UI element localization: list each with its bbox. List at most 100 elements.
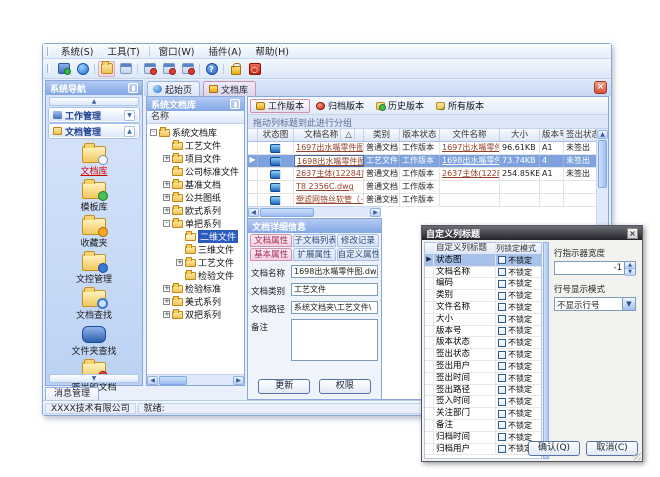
sidebar-item[interactable]: 文档库 <box>51 146 137 177</box>
sidebar-item[interactable]: 模板库 <box>51 182 137 213</box>
checkout-doc-icon[interactable] <box>160 61 177 77</box>
expander-icon[interactable]: - <box>163 220 170 227</box>
expander-icon[interactable]: + <box>163 298 170 305</box>
open-library-icon[interactable] <box>98 61 115 77</box>
lock-checkbox[interactable] <box>498 421 506 429</box>
sidebar-group-header[interactable]: 工作管理 ▼ <box>49 108 139 122</box>
column-header-name[interactable]: 文档名称△ <box>294 129 364 141</box>
tree-column-header[interactable]: 名称 <box>147 111 244 124</box>
splitter-handle[interactable] <box>543 242 549 459</box>
help-icon[interactable]: ? <box>203 61 220 77</box>
scrollbar-thumb[interactable] <box>598 140 607 188</box>
filename-cell[interactable]: 1698出水嘴零件图.dwg <box>440 155 500 167</box>
table-row[interactable]: 文件名称 不锁定 <box>425 302 541 314</box>
scroll-up-button[interactable]: ▲ <box>49 97 139 106</box>
sidebar-group-header[interactable]: 文档管理 ▲ <box>49 124 139 138</box>
expander-icon[interactable]: + <box>163 181 170 188</box>
menu-item[interactable]: 窗口(W) <box>152 43 202 59</box>
tree-node[interactable]: 检验文件 <box>147 269 244 282</box>
menu-item[interactable]: 帮助(H) <box>248 43 296 59</box>
details-subtab[interactable]: 扩展属性 <box>293 248 335 261</box>
details-subtab[interactable]: 自定义属性 <box>337 248 379 261</box>
scroll-down-button[interactable]: ▼ <box>49 374 139 383</box>
lock-checkbox[interactable] <box>498 433 506 441</box>
expander-icon[interactable] <box>163 142 170 149</box>
menu-item[interactable]: 工具(T) <box>100 43 146 59</box>
lock-checkbox[interactable] <box>498 256 506 264</box>
table-row[interactable]: 文档名称 不锁定 <box>425 267 541 279</box>
column-header-size[interactable]: 大小 <box>500 129 540 141</box>
grid-horizontal-scrollbar[interactable]: ◀ ▶ <box>248 206 381 217</box>
window-icon[interactable] <box>117 61 134 77</box>
table-row[interactable]: 编码 不锁定 <box>425 278 541 290</box>
group-by-bar[interactable]: 拖动列标题到此进行分组 <box>248 115 608 129</box>
version-filter-button[interactable]: 历史版本 <box>370 99 430 113</box>
scroll-right-icon[interactable]: ▶ <box>233 376 244 385</box>
network-icon[interactable] <box>74 61 91 77</box>
ok-button[interactable]: 确认(Q) <box>528 441 580 456</box>
lock-checkbox[interactable] <box>498 292 506 300</box>
lock-icon[interactable] <box>227 61 244 77</box>
details-tab[interactable]: 子文档列表 <box>293 234 335 247</box>
field-value[interactable]: 系统文档夹\工艺文件\ <box>291 301 378 314</box>
close-icon[interactable]: × <box>627 228 638 239</box>
scroll-left-icon[interactable]: ◀ <box>147 376 158 385</box>
tree-node[interactable]: 公司标准文件 <box>147 165 244 178</box>
expander-icon[interactable]: + <box>163 194 170 201</box>
sidebar-item[interactable]: 文件夹查找 <box>51 326 137 357</box>
tree-node[interactable]: + 项目文件 <box>147 152 244 165</box>
document-name-link[interactable]: 塑滤网铬丝软管（＋... <box>294 194 364 206</box>
cancel-button[interactable]: 取消(C) <box>586 441 638 456</box>
lock-checkbox[interactable] <box>498 351 506 359</box>
dialog-titlebar[interactable]: 自定义列标题 × <box>422 226 642 240</box>
tab-message-management[interactable]: 消息管理 <box>45 387 99 400</box>
filename-cell[interactable] <box>440 194 500 206</box>
version-filter-button[interactable]: 所有版本 <box>430 99 490 113</box>
column-header-version[interactable]: 版本号 <box>540 129 564 141</box>
scroll-up-icon[interactable]: ▲ <box>597 130 608 139</box>
row-indicator-width-input[interactable]: -1 ▲▼ <box>554 261 636 275</box>
details-tab[interactable]: 文档属性 <box>250 234 292 247</box>
scrollbar-thumb[interactable] <box>260 208 314 217</box>
row-number-mode-dropdown[interactable]: 不显示行号 ▼ <box>554 297 636 311</box>
table-row[interactable]: 签出状态 不锁定 <box>425 349 541 361</box>
tree-node[interactable]: + 美式系列 <box>147 295 244 308</box>
scrollbar-thumb[interactable] <box>159 376 187 385</box>
note-textarea[interactable] <box>291 319 378 361</box>
tree-node[interactable]: 工艺文件 <box>147 139 244 152</box>
filename-cell[interactable] <box>440 181 500 193</box>
exit-icon[interactable]: ○ <box>246 61 263 77</box>
expander-icon[interactable] <box>176 272 183 279</box>
sidebar-item[interactable]: 收藏夹 <box>51 218 137 249</box>
lock-checkbox[interactable] <box>498 410 506 418</box>
table-row[interactable]: 大小 不锁定 <box>425 314 541 326</box>
table-row[interactable]: ▶ 1698出水嘴零件图.dwg 工艺文件 工作版本 1698出水嘴零件图.dw… <box>248 155 608 168</box>
lock-checkbox[interactable] <box>498 445 506 453</box>
sidebar-item[interactable]: 文控管理 <box>51 254 137 285</box>
lock-checkbox[interactable] <box>498 339 506 347</box>
lock-checkbox[interactable] <box>498 374 506 382</box>
tree-node[interactable]: + 公共图纸 <box>147 191 244 204</box>
filename-cell[interactable]: 2637主体(12284).dwg <box>440 168 500 180</box>
table-row[interactable]: 备注 不锁定 <box>425 420 541 432</box>
checkin-doc-icon[interactable] <box>141 61 158 77</box>
chevron-icon[interactable]: ▲ <box>124 126 135 137</box>
table-row[interactable]: 签出用户 不锁定 <box>425 361 541 373</box>
permissions-button[interactable]: 权限 <box>319 379 371 394</box>
document-name-link[interactable]: 1697出水嘴零件图.dwg <box>294 142 364 154</box>
tree-node[interactable]: 二维文件 <box>147 230 244 243</box>
lock-checkbox[interactable] <box>498 386 506 394</box>
field-value[interactable]: 工艺文件 <box>291 283 378 296</box>
document-name-link[interactable]: 1698出水嘴零件图.dwg <box>294 155 364 167</box>
expander-icon[interactable]: + <box>176 259 183 266</box>
table-row[interactable]: T8 2356C.dwg 普通文档 工作版本 <box>248 181 608 194</box>
document-name-link[interactable]: T8 2356C.dwg <box>294 181 364 193</box>
expander-icon[interactable]: + <box>163 155 170 162</box>
filename-cell[interactable]: 1697出水嘴零件图.dwg <box>440 142 500 154</box>
table-row[interactable]: 版本状态 不锁定 <box>425 337 541 349</box>
column-header-version-state[interactable]: 版本状态 <box>400 129 440 141</box>
sidebar-item[interactable]: 文档查找 <box>51 290 137 321</box>
expander-icon[interactable] <box>176 233 183 240</box>
column-header-status[interactable]: 状态图 <box>258 129 294 141</box>
tree-node[interactable]: - 系统文档库 <box>147 126 244 139</box>
